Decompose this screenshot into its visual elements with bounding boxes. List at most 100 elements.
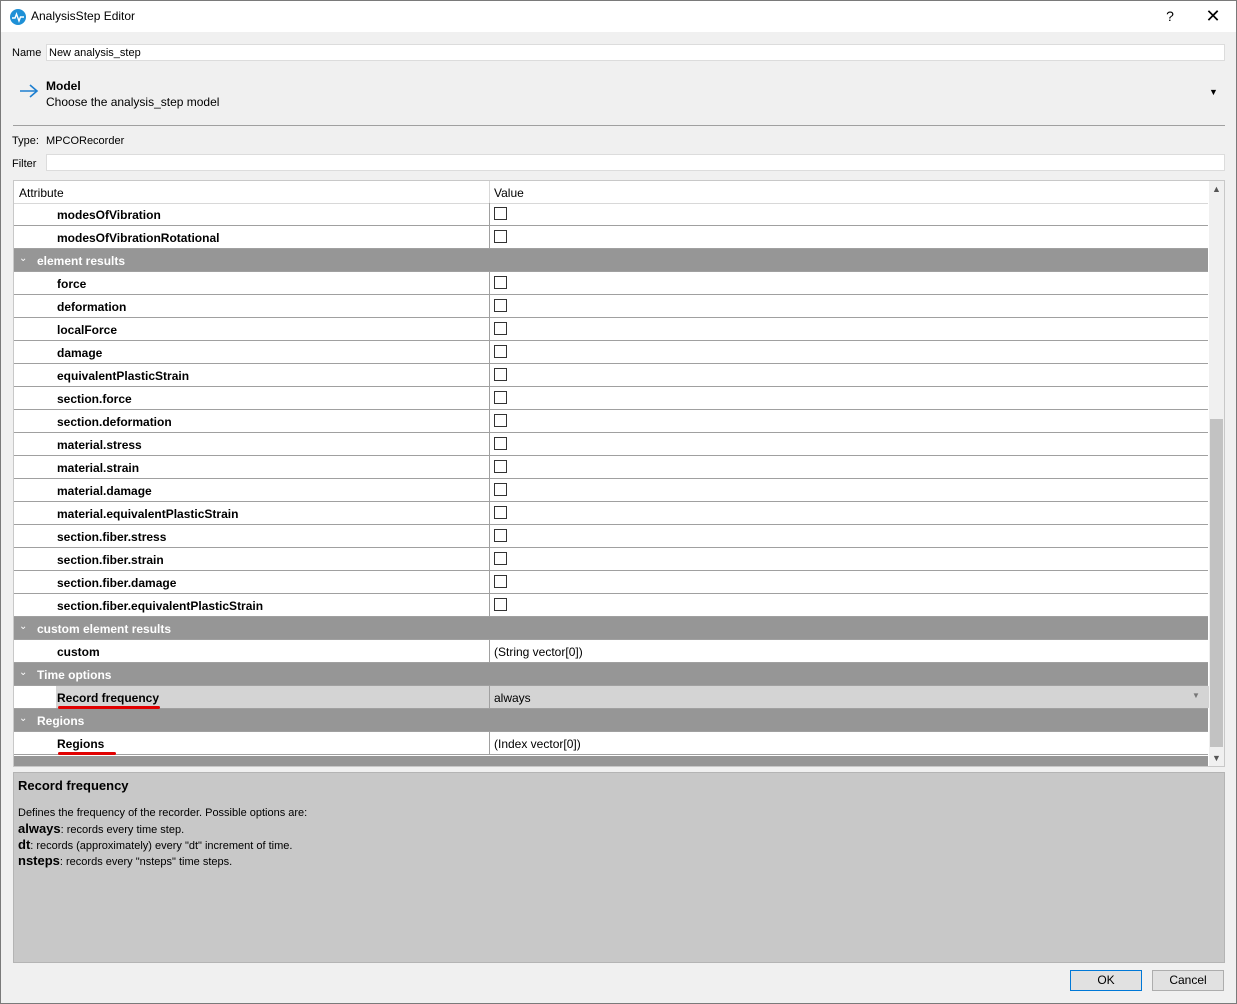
checkbox[interactable] [494,299,507,312]
help-button[interactable]: ? [1159,5,1181,27]
checkbox[interactable] [494,391,507,404]
cancel-button[interactable]: Cancel [1152,970,1224,991]
close-button[interactable]: ✕ [1201,5,1225,27]
attribute-name: section.deformation [57,415,172,429]
value-cell[interactable] [489,502,1209,524]
scroll-down-icon[interactable]: ▼ [1212,753,1221,763]
attribute-row[interactable]: localForce [14,318,1208,341]
attribute-row[interactable]: equivalentPlasticStrain [14,364,1208,387]
checkbox[interactable] [494,483,507,496]
chevron-down-icon[interactable]: ▼ [1209,87,1218,97]
value-cell[interactable] [489,525,1209,547]
attribute-row[interactable]: modesOfVibrationRotational [14,226,1208,249]
attribute-row[interactable]: modesOfVibration [14,203,1208,226]
group-row[interactable]: ⌄ element results [14,249,1208,272]
chevron-down-icon[interactable]: ⌄ [19,253,27,264]
header-attribute: Attribute [19,186,64,200]
value-cell[interactable] [489,203,1209,225]
value-text: (Index vector[0]) [494,737,581,751]
filter-input[interactable] [46,154,1225,171]
value-cell[interactable] [489,318,1209,340]
group-label: Regions [37,714,85,728]
value-cell[interactable] [489,272,1209,294]
checkbox[interactable] [494,207,507,220]
value-cell[interactable] [489,548,1209,570]
description-option: nsteps: records every "nsteps" time step… [18,853,233,868]
scroll-up-icon[interactable]: ▲ [1212,184,1221,194]
model-subtitle: Choose the analysis_step model [46,95,220,109]
chevron-down-icon[interactable]: ⌄ [19,667,27,678]
attribute-name: modesOfVibration [57,208,161,222]
value-text: always [494,691,531,705]
value-cell[interactable] [489,456,1209,478]
value-cell[interactable] [489,410,1209,432]
attribute-row[interactable]: section.fiber.damage [14,571,1208,594]
name-input[interactable]: New analysis_step [46,44,1225,61]
value-cell[interactable] [489,341,1209,363]
value-cell[interactable] [489,295,1209,317]
arrow-right-icon [20,84,39,98]
checkbox[interactable] [494,276,507,289]
attribute-row[interactable]: section.force [14,387,1208,410]
checkbox[interactable] [494,368,507,381]
value-cell[interactable] [489,433,1209,455]
attribute-row[interactable]: custom (String vector[0]) [14,640,1208,663]
attribute-name: localForce [57,323,118,337]
group-row[interactable]: ⌄ Regions [14,709,1208,732]
vertical-scrollbar[interactable]: ▲ ▼ [1209,181,1224,766]
attribute-row[interactable]: Record frequency always ▼ [14,686,1209,709]
attribute-row[interactable]: section.deformation [14,410,1208,433]
value-cell[interactable]: (Index vector[0]) [489,732,1209,754]
attribute-row[interactable]: Regions (Index vector[0]) [14,732,1208,755]
attribute-name: force [57,277,87,291]
group-label: custom element results [37,622,172,636]
group-row[interactable]: ⌄ custom element results [14,617,1208,640]
attribute-name: section.fiber.stress [57,530,167,544]
attribute-row[interactable]: section.fiber.equivalentPlasticStrain [14,594,1208,617]
checkbox[interactable] [494,598,507,611]
checkbox[interactable] [494,552,507,565]
attribute-row[interactable]: section.fiber.strain [14,548,1208,571]
checkbox[interactable] [494,230,507,243]
attribute-row[interactable]: material.stress [14,433,1208,456]
attribute-row[interactable]: section.fiber.stress [14,525,1208,548]
description-panel: Record frequency Defines the frequency o… [13,772,1225,963]
scrollbar-thumb[interactable] [1210,419,1223,747]
group-row[interactable]: ⌄ Time options [14,663,1208,686]
value-cell[interactable] [489,571,1209,593]
attribute-row[interactable]: material.damage [14,479,1208,502]
attribute-row[interactable]: material.strain [14,456,1208,479]
model-selector[interactable]: Model Choose the analysis_step model ▼ [13,75,1225,123]
value-cell[interactable] [489,226,1209,248]
checkbox[interactable] [494,506,507,519]
attribute-row[interactable]: damage [14,341,1208,364]
value-text: (String vector[0]) [494,645,583,659]
value-cell[interactable] [489,364,1209,386]
value-cell[interactable] [489,387,1209,409]
attribute-row[interactable]: material.equivalentPlasticStrain [14,502,1208,525]
checkbox[interactable] [494,322,507,335]
value-cell[interactable] [489,594,1209,616]
attribute-tree[interactable]: Attribute Value modesOfVibration modesOfV… [13,180,1225,767]
ok-button[interactable]: OK [1070,970,1142,991]
value-cell[interactable]: always ▼ [489,686,1209,708]
attribute-name: material.stress [57,438,142,452]
value-cell[interactable]: (String vector[0]) [489,640,1209,662]
chevron-down-icon[interactable]: ⌄ [19,713,27,724]
checkbox[interactable] [494,460,507,473]
checkbox[interactable] [494,575,507,588]
chevron-down-icon[interactable]: ⌄ [19,621,27,632]
attribute-row[interactable]: force [14,272,1208,295]
attribute-name: Regions [57,737,105,751]
attribute-row[interactable]: deformation [14,295,1208,318]
tree-header: Attribute Value [14,181,1208,204]
checkbox[interactable] [494,345,507,358]
checkbox[interactable] [494,414,507,427]
checkbox[interactable] [494,529,507,542]
attribute-name: deformation [57,300,127,314]
checkbox[interactable] [494,437,507,450]
value-cell[interactable] [489,479,1209,501]
attribute-name: section.fiber.equivalentPlasticStrain [57,599,264,613]
dropdown-arrow-icon[interactable]: ▼ [1192,691,1200,700]
group-label: Time options [37,668,112,682]
